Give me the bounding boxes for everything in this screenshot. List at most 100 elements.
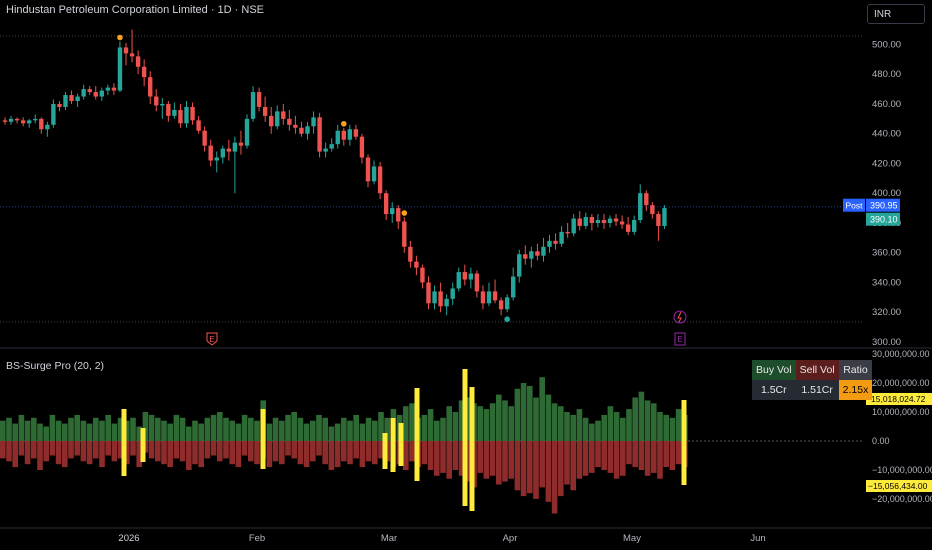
buy-volume-bar	[582, 417, 589, 441]
candle	[244, 118, 250, 146]
buy-volume-bar	[576, 409, 583, 441]
buy-volume-bar	[266, 423, 273, 441]
sell-volume-bar	[80, 441, 87, 462]
signal-dot	[117, 34, 123, 41]
buy-volume-bar	[669, 417, 676, 441]
candle	[559, 231, 564, 244]
sell-volume-bar	[254, 441, 260, 465]
candle	[438, 291, 443, 307]
sell-volume-bar	[310, 441, 316, 462]
sell-volume-bar	[613, 441, 620, 479]
indicator-axis-label: −10,000,000.00	[872, 465, 932, 475]
sell-volume-bar	[328, 441, 335, 470]
price-axis-label: 420.00	[872, 158, 901, 169]
buy-volume-bar	[539, 377, 545, 441]
chart-canvas[interactable]: 500.00480.00460.00440.00420.00400.00380.…	[0, 0, 932, 550]
buy-volume-bar	[173, 414, 180, 441]
time-axis-label: Mar	[381, 533, 397, 544]
candle	[329, 144, 334, 149]
candle	[39, 118, 44, 130]
candle	[160, 103, 165, 106]
buy-value-label: 15,018,024.72	[871, 394, 926, 404]
candle	[650, 205, 655, 215]
buy-volume-bar	[217, 412, 223, 441]
buy-volume-bar	[74, 414, 80, 441]
sell-volume-bar	[576, 441, 583, 479]
sell-volume-bar	[607, 441, 614, 473]
sell-volume-bar	[291, 441, 297, 459]
sell-volume-bar	[0, 441, 6, 459]
buy-volume-bar	[99, 420, 105, 441]
buy-volume-bar	[341, 417, 347, 441]
sell-volume-bar	[55, 441, 62, 465]
sell-volume-bar	[651, 441, 657, 473]
candle	[232, 142, 238, 152]
sell-volume-bar	[241, 441, 248, 456]
sell-volume-bar	[595, 441, 601, 468]
buy-volume-bar	[403, 406, 409, 441]
chart-title: Hindustan Petroleum Corporation Limited …	[6, 4, 265, 16]
buy-volume-bar	[279, 420, 285, 441]
buy-volume-bar	[68, 417, 74, 441]
candle	[383, 193, 389, 215]
price-axis-label: 480.00	[872, 69, 901, 80]
surge-bar	[382, 433, 388, 469]
buy-volume-bar	[241, 414, 248, 441]
sell-volume-bar	[626, 441, 632, 465]
candle	[583, 217, 588, 226]
buy-volume-bar	[43, 426, 49, 441]
sell-volume-bar	[582, 441, 589, 476]
sell-volume-bar	[496, 441, 502, 485]
sell-volume-bar	[303, 441, 310, 468]
buy-volume-bar	[427, 409, 434, 441]
buy-volume-bar	[564, 412, 570, 441]
surge-bar	[390, 418, 396, 472]
candle	[377, 166, 383, 194]
candle	[269, 115, 274, 127]
candle	[129, 53, 135, 57]
buy-volume-bar	[105, 414, 111, 441]
sell-volume-bar	[37, 441, 43, 470]
buy-volume-bar	[508, 406, 514, 441]
candle	[75, 96, 80, 101]
candle	[595, 220, 601, 223]
price-axis-label: 400.00	[872, 188, 901, 199]
buy-volume-bar	[595, 420, 601, 441]
candle	[625, 224, 631, 232]
candle	[63, 95, 68, 107]
candle	[656, 214, 661, 226]
surge-bar	[140, 428, 146, 462]
lightning-icon	[677, 311, 682, 323]
time-axis-label: Jun	[750, 533, 765, 544]
buy-volume-bar	[514, 388, 521, 441]
candle	[456, 272, 461, 289]
candle	[184, 106, 189, 124]
buy-volume-bar	[638, 391, 645, 441]
candle	[426, 282, 431, 304]
sell-volume-bar	[477, 441, 483, 473]
sell-volume-bar	[266, 441, 273, 468]
currency-selector[interactable]: INR	[867, 4, 925, 24]
surge-bar	[414, 388, 420, 481]
sell-volume-bar	[12, 441, 18, 468]
indicator-axis-label: 20,000,000.00	[872, 378, 930, 388]
buy-volume-bar	[644, 400, 651, 441]
candle	[547, 240, 552, 247]
sell-volume-bar	[334, 441, 341, 468]
candle	[57, 103, 62, 107]
surge-bar	[398, 423, 404, 466]
buy-volume-bar	[155, 417, 161, 441]
price-axis-label: 500.00	[872, 39, 901, 50]
sell-volume-bar	[359, 441, 366, 468]
signal-dot	[401, 210, 408, 216]
buy-volume-bar	[434, 420, 440, 441]
candle	[335, 130, 340, 145]
indicator-title[interactable]: BS-Surge Pro (20, 2)	[6, 360, 104, 372]
buy-volume-bar	[167, 423, 173, 441]
sell-volume-bar	[533, 441, 539, 499]
candle	[420, 267, 425, 283]
candle	[172, 109, 177, 116]
candle	[293, 124, 298, 128]
buy-volume-bar	[359, 423, 366, 441]
buy-volume-bar	[49, 414, 56, 441]
